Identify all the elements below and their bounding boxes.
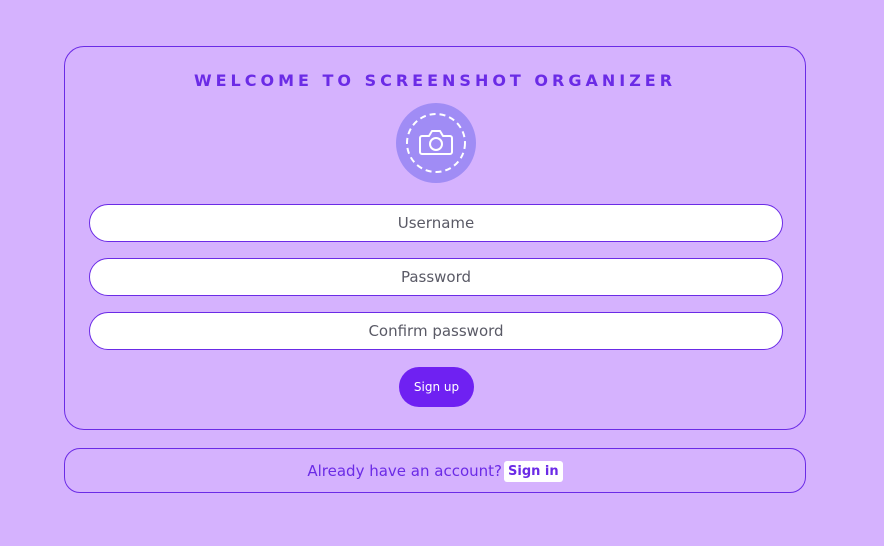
sign-in-link[interactable]: Sign in [504, 461, 563, 482]
sign-up-button[interactable]: Sign up [399, 367, 474, 407]
signup-card: WELCOME TO SCREENSHOT ORGANIZER Sign up [64, 46, 806, 430]
app-logo [396, 103, 476, 183]
sign-in-panel: Already have an account? Sign in [64, 448, 806, 493]
username-input[interactable] [89, 204, 783, 242]
page-title: WELCOME TO SCREENSHOT ORGANIZER [193, 71, 677, 90]
already-account-text: Already have an account? [307, 462, 502, 480]
camera-icon [406, 113, 466, 173]
password-input[interactable] [89, 258, 783, 296]
confirm-password-input[interactable] [89, 312, 783, 350]
